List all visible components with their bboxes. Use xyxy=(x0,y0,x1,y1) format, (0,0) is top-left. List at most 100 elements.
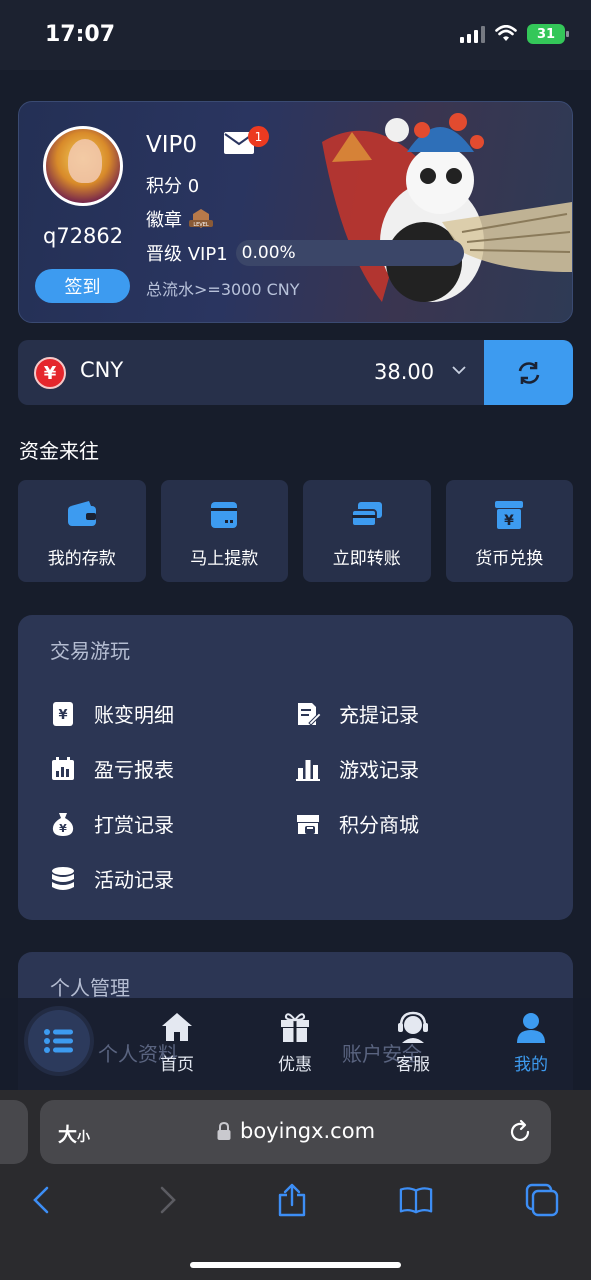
menu-fab-button[interactable] xyxy=(28,1010,90,1072)
status-time: 17:07 xyxy=(45,22,116,47)
chevron-right-icon xyxy=(160,1186,176,1214)
menu-item-deposit-withdraw-records[interactable]: 充提记录 xyxy=(295,699,419,728)
fund-tile-label: 货币兑换 xyxy=(475,549,544,569)
ledger-icon: ¥ xyxy=(53,701,73,726)
trade-panel-title: 交易游玩 xyxy=(50,639,130,663)
menu-item-game-records[interactable]: 游戏记录 xyxy=(295,754,419,783)
nav-item-home[interactable]: 首页 xyxy=(137,1010,217,1075)
transfer-cards-icon xyxy=(350,502,382,527)
fund-tile-deposit[interactable]: 我的存款 xyxy=(18,480,146,582)
trade-panel: 交易游玩 ¥ 账变明细 充提记录 盈亏报表 游戏记录 ¥ 打赏记录 积分商城 活… xyxy=(18,615,573,920)
share-icon xyxy=(278,1183,306,1217)
wallet-balance: 38.00 xyxy=(374,360,435,384)
fund-tile-withdraw[interactable]: 马上提款 xyxy=(160,480,288,582)
page-content: q72862 签到 VIP0 1 积分 0 徽章 LEVEL 晋级 VIP1 0… xyxy=(0,70,591,1090)
forward-button[interactable] xyxy=(151,1183,185,1217)
lock-icon xyxy=(217,1121,231,1140)
url-display[interactable]: boyingx.com xyxy=(216,1119,375,1143)
status-bar: 17:07 31 xyxy=(0,0,591,70)
text-size-small: 小 xyxy=(77,1130,91,1145)
user-icon xyxy=(517,1013,545,1043)
menu-item-label: 积分商城 xyxy=(339,813,419,837)
tabs-icon xyxy=(525,1183,559,1217)
bookmarks-button[interactable] xyxy=(399,1183,433,1217)
level-badge-text: LEVEL xyxy=(193,222,209,228)
battery-level: 31 xyxy=(536,26,556,42)
cellular-signal-icon xyxy=(460,25,485,43)
funds-section-title: 资金来往 xyxy=(19,439,99,463)
vip-progress-text: 0.00% xyxy=(241,243,296,263)
money-bag-yen-glyph: ¥ xyxy=(59,822,67,835)
panda-mascot-illustration xyxy=(322,113,572,302)
upgrade-row: 晋级 VIP1 0.00% xyxy=(146,240,464,266)
upgrade-label: 晋级 VIP1 xyxy=(146,244,228,265)
withdraw-card-icon xyxy=(211,502,238,528)
fund-tile-exchange[interactable]: ¥ 货币兑换 xyxy=(445,480,573,582)
back-button[interactable] xyxy=(24,1183,58,1217)
points-text: 积分 0 xyxy=(146,176,200,197)
url-text: boyingx.com xyxy=(240,1119,376,1143)
nav-item-mine[interactable]: 我的 xyxy=(491,1010,571,1075)
currency-code: CNY xyxy=(80,358,124,382)
calendar-report-icon xyxy=(52,756,74,780)
text-size-large: 大 xyxy=(58,1124,78,1146)
profile-card: q72862 签到 VIP0 1 积分 0 徽章 LEVEL 晋级 VIP1 0… xyxy=(18,101,573,323)
menu-item-label: 账变明细 xyxy=(94,703,174,727)
funds-grid: 我的存款 马上提款 立即转账 ¥ 货币兑换 xyxy=(18,480,573,582)
menu-item-activity-records[interactable]: 活动记录 xyxy=(50,864,174,893)
turnover-requirement: 总流水>=3000 CNY xyxy=(146,280,300,299)
chevron-down-icon[interactable] xyxy=(451,362,467,378)
money-bag-icon: ¥ xyxy=(52,812,74,836)
menu-item-label: 打赏记录 xyxy=(94,813,174,837)
fund-tile-transfer[interactable]: 立即转账 xyxy=(303,480,431,582)
menu-item-account-changes[interactable]: ¥ 账变明细 xyxy=(50,699,174,728)
tabs-button[interactable] xyxy=(525,1183,559,1217)
headset-icon xyxy=(398,1011,428,1043)
address-bar[interactable]: 大小 boyingx.com xyxy=(40,1100,551,1164)
menu-item-label: 活动记录 xyxy=(94,868,174,892)
fund-tile-label: 立即转账 xyxy=(332,549,401,569)
fund-tile-label: 我的存款 xyxy=(47,549,116,569)
badge-row: 徽章 LEVEL xyxy=(146,206,214,232)
wallet-balance-bar[interactable]: ¥ CNY 38.00 xyxy=(18,340,573,405)
menu-item-tip-records[interactable]: ¥ 打赏记录 xyxy=(50,809,174,838)
nav-item-label: 首页 xyxy=(160,1055,194,1075)
personal-panel-title: 个人管理 xyxy=(50,976,130,1000)
refresh-balance-button[interactable] xyxy=(484,340,573,405)
previous-tab-preview[interactable] xyxy=(0,1100,28,1164)
bottom-navigation: 个人资料 账户安全 首页 优惠 客服 我的 xyxy=(0,998,591,1090)
vip-level: VIP0 xyxy=(146,132,198,158)
database-icon xyxy=(52,866,74,890)
text-size-button[interactable]: 大小 xyxy=(58,1120,90,1147)
menu-item-profit-loss-report[interactable]: 盈亏报表 xyxy=(50,754,174,783)
yen-glyph: ¥ xyxy=(504,513,514,529)
nav-item-label: 优惠 xyxy=(278,1055,312,1075)
mail-count-badge: 1 xyxy=(248,126,269,147)
status-icons: 31 xyxy=(460,24,569,44)
badge-label: 徽章 xyxy=(146,210,182,231)
edit-document-icon xyxy=(298,702,321,726)
username: q72862 xyxy=(43,224,124,248)
nav-item-promotions[interactable]: 优惠 xyxy=(255,1010,335,1075)
reload-icon[interactable] xyxy=(507,1119,533,1145)
wallet-icon xyxy=(67,501,96,526)
bar-chart-icon xyxy=(296,759,320,781)
wifi-icon xyxy=(495,25,517,41)
store-icon xyxy=(297,814,319,834)
ledger-yen-glyph: ¥ xyxy=(58,708,67,723)
refresh-icon xyxy=(518,361,539,384)
level-badge-icon[interactable]: LEVEL xyxy=(188,208,214,230)
menu-item-points-mall[interactable]: 积分商城 xyxy=(295,809,419,838)
book-icon xyxy=(399,1187,433,1214)
chevron-left-icon xyxy=(33,1186,49,1214)
share-button[interactable] xyxy=(275,1183,309,1217)
nav-item-label: 客服 xyxy=(396,1055,430,1075)
gift-icon xyxy=(281,1013,309,1042)
vip-progress-bar: 0.00% xyxy=(235,240,464,266)
checkin-button[interactable]: 签到 xyxy=(35,269,130,303)
nav-item-customer-service[interactable]: 客服 xyxy=(373,1010,453,1075)
yen-coin-icon: ¥ xyxy=(34,357,66,389)
menu-item-label: 游戏记录 xyxy=(339,758,419,782)
avatar[interactable] xyxy=(43,126,123,206)
list-menu-icon xyxy=(44,1029,73,1053)
